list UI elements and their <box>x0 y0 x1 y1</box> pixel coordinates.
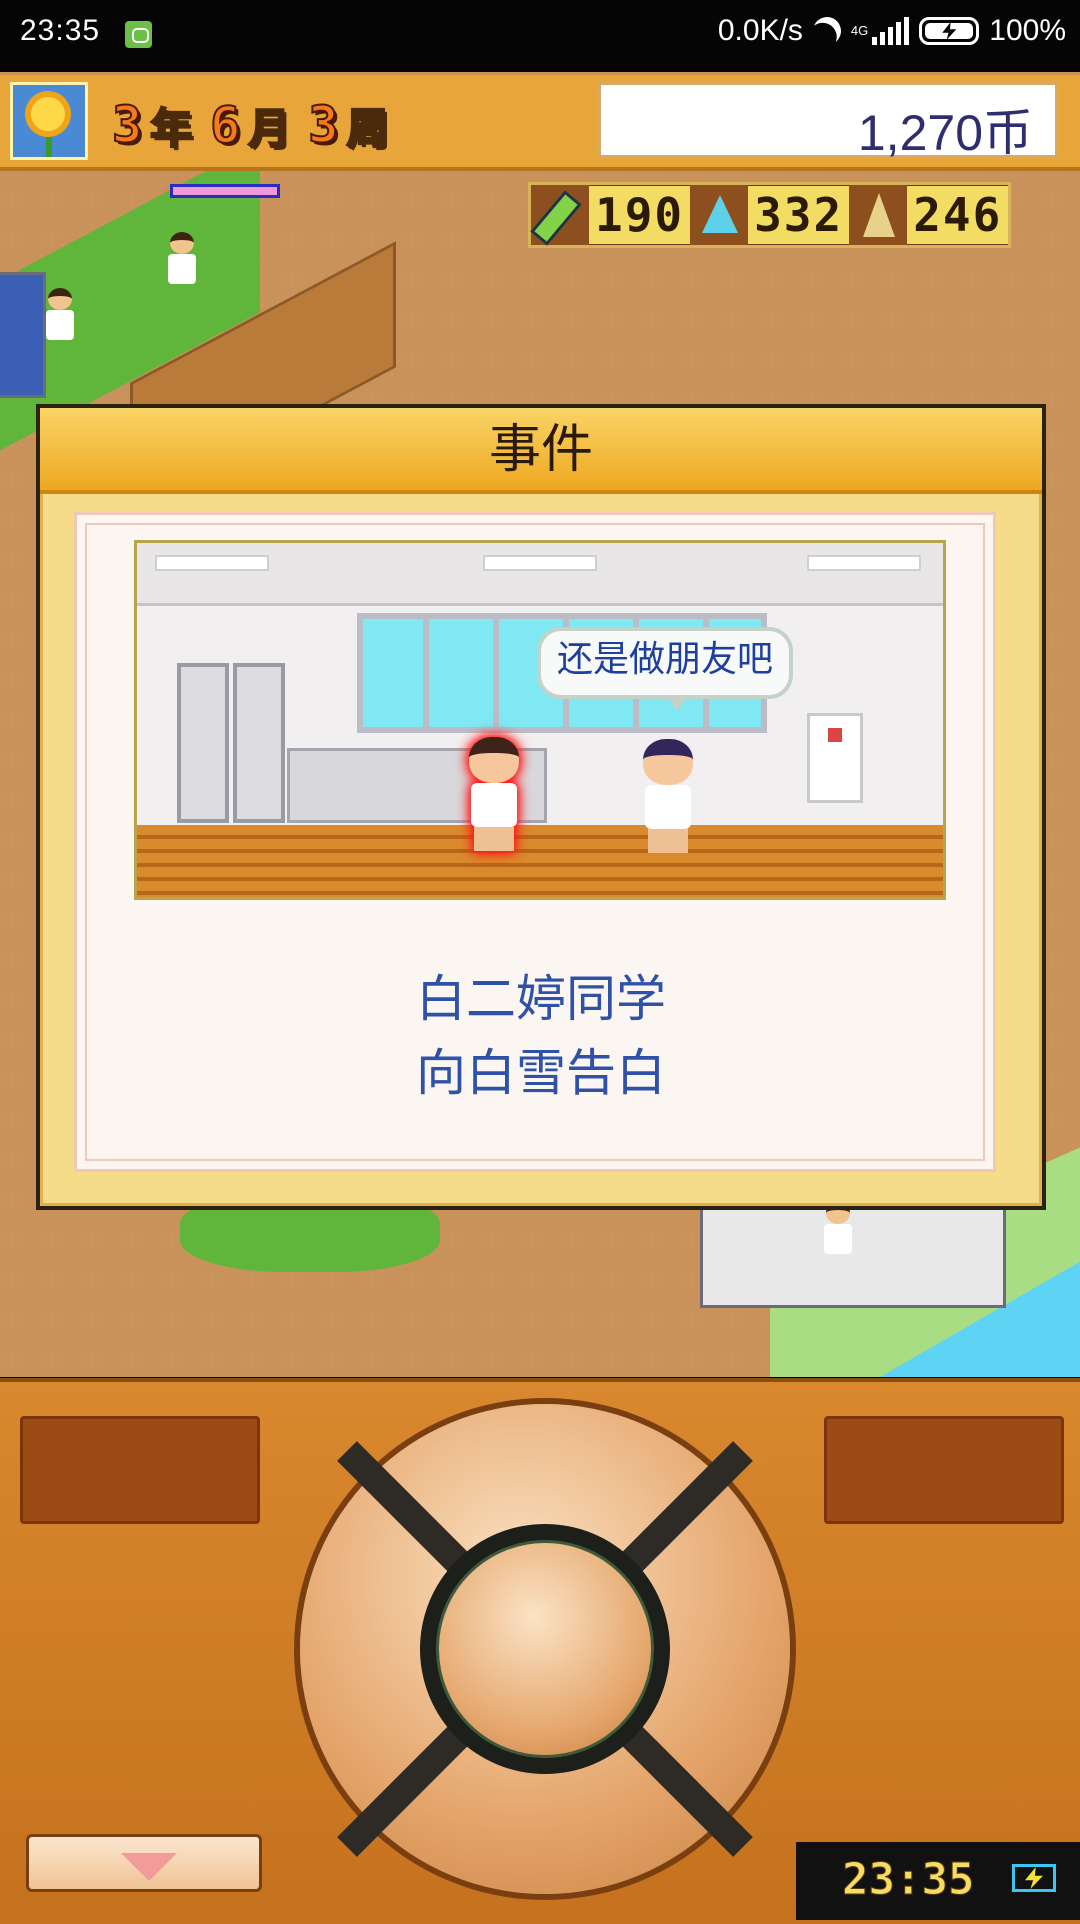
wooden-floor <box>137 825 943 897</box>
student-character[interactable] <box>168 232 196 284</box>
net-speed: 0.0K/s <box>717 14 803 47</box>
battery-icon <box>919 17 980 45</box>
stats-bar: 190 332 246 <box>528 182 1012 248</box>
left-soft-button[interactable] <box>20 1416 260 1524</box>
tower-points: 246 <box>907 186 1009 244</box>
status-time: 23:35 <box>20 14 101 47</box>
locker <box>177 663 229 823</box>
right-soft-button[interactable] <box>824 1416 1064 1524</box>
do-not-disturb-icon <box>809 13 845 49</box>
teacher-character[interactable] <box>46 288 74 340</box>
ceiling-light <box>155 555 269 571</box>
event-message-line1: 白二婷同学 <box>416 970 666 1028</box>
student-boy-character <box>467 737 521 857</box>
game-date: 3 年 6 月 3 周 <box>111 90 398 160</box>
sunflower-icon[interactable] <box>10 82 88 160</box>
direction-pad[interactable] <box>300 1404 790 1894</box>
money-display: 1,270币 <box>598 82 1058 161</box>
speech-bubble: 还是做朋友吧 <box>537 627 794 711</box>
week-unit: 周 <box>345 103 389 154</box>
research-points: 332 <box>748 186 850 244</box>
event-message: 白二婷同学 向白雪告白 <box>36 962 1046 1110</box>
student-girl-character <box>641 739 695 859</box>
network-type: 4G <box>850 23 869 38</box>
flask-icon <box>690 185 749 245</box>
study-points: 190 <box>589 186 691 244</box>
first-aid-poster <box>807 713 863 803</box>
classroom-building[interactable] <box>700 1202 1006 1308</box>
month-unit: 月 <box>247 103 291 154</box>
dialog-title: 事件 <box>40 408 1042 494</box>
pencil-icon <box>531 185 589 245</box>
menu-arrow-down-icon <box>121 1853 177 1881</box>
battery-charging-icon <box>1012 1864 1056 1892</box>
ceiling <box>137 543 943 606</box>
event-message-line2: 向白雪告白 <box>416 1044 666 1102</box>
game-clock: 23:35 <box>796 1842 1080 1920</box>
ceiling-light <box>483 555 597 571</box>
signal-icon <box>872 17 910 45</box>
app-notification-icon <box>125 21 152 48</box>
clock-time: 23:35 <box>841 1854 975 1906</box>
status-right: 0.0K/s 4G 100% <box>718 14 1066 48</box>
character-status-bar <box>170 184 280 198</box>
battery-percent: 100% <box>989 14 1066 47</box>
money-value: 1,270币 <box>857 105 1033 161</box>
menu-toggle-button[interactable] <box>26 1834 262 1892</box>
locker <box>233 663 285 823</box>
event-scene: 还是做朋友吧 <box>134 540 946 900</box>
month-number: 6 <box>209 95 241 155</box>
ceiling-light <box>807 555 921 571</box>
vending-machine[interactable] <box>0 272 46 398</box>
tower-icon <box>849 185 908 245</box>
dpad-center-button[interactable] <box>420 1524 670 1774</box>
status-bar: 23:35 0.0K/s 4G 100% <box>0 0 1080 72</box>
year-number: 3 <box>111 95 143 155</box>
week-number: 3 <box>307 95 339 155</box>
year-unit: 年 <box>149 103 193 154</box>
